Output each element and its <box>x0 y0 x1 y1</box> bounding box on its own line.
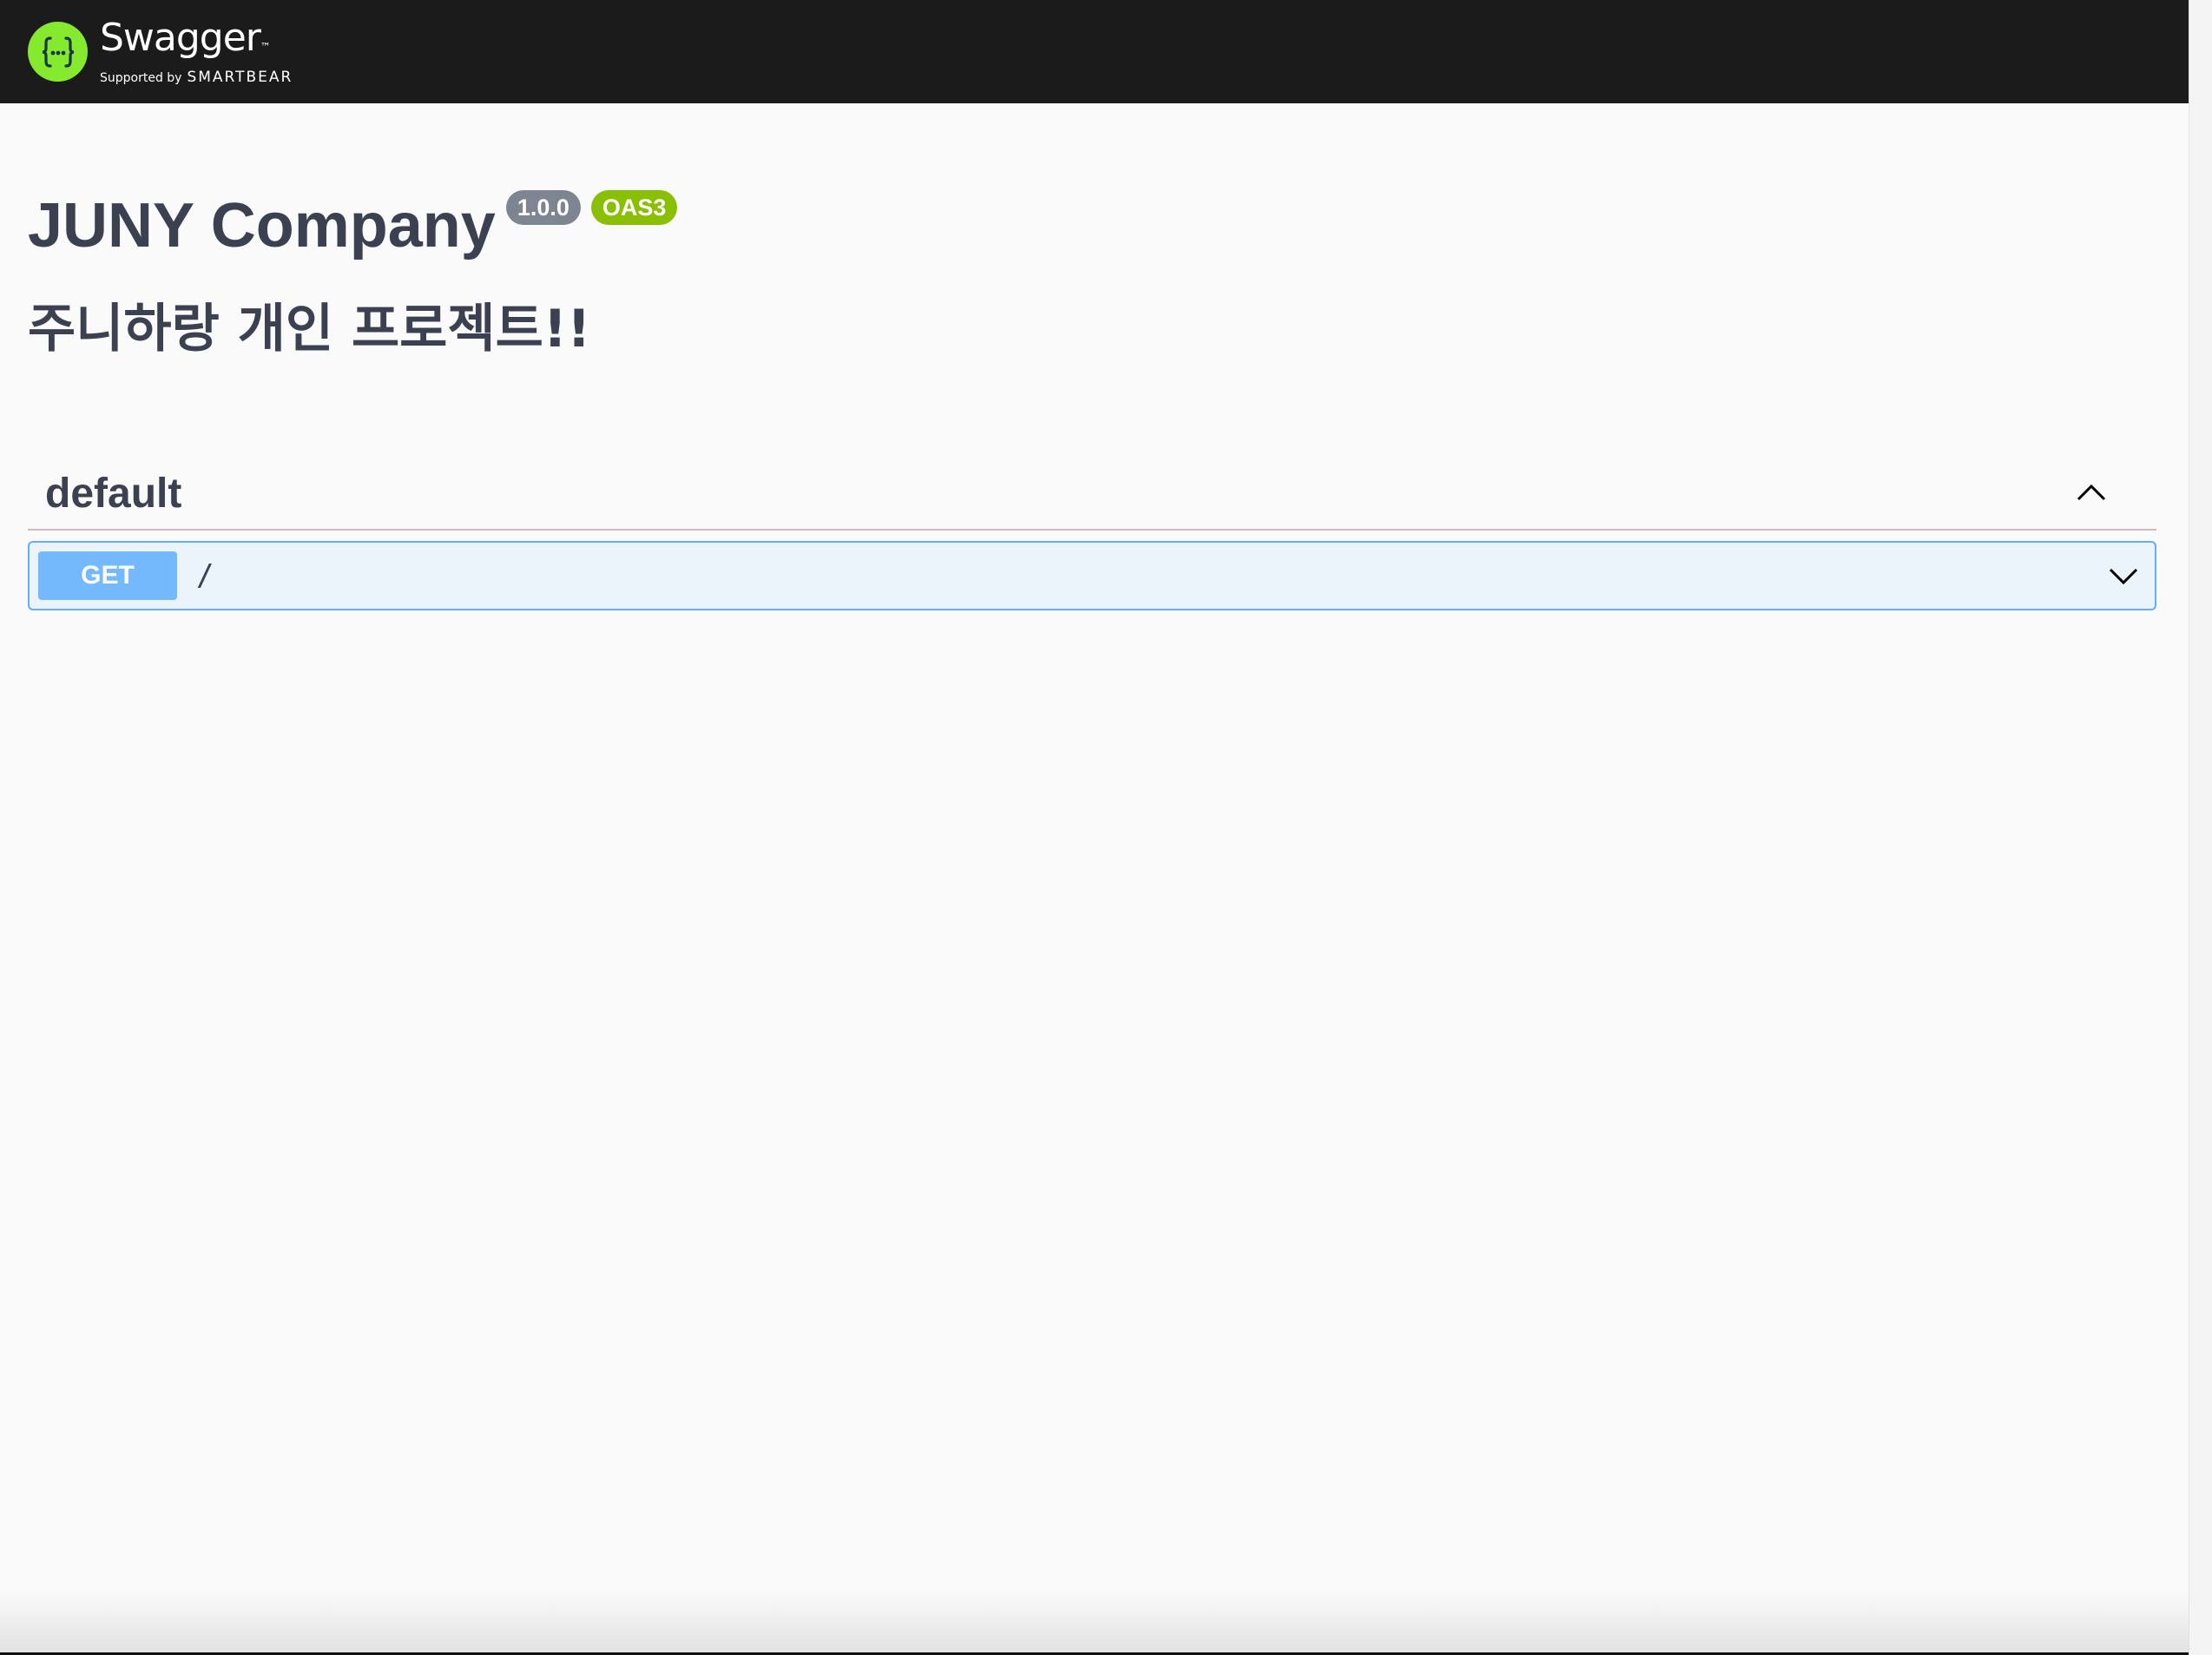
operation-path: / <box>196 558 214 593</box>
logo-word: Swagger™ <box>100 15 271 60</box>
operation-get-root[interactable]: GET / <box>28 541 2156 610</box>
chevron-down-icon[interactable] <box>2104 557 2143 595</box>
api-info: JUNY Company 1.0.0 OAS3 주니하랑 개인 프로젝트!! <box>0 190 2189 362</box>
api-description: 주니하랑 개인 프로젝트!! <box>28 299 591 359</box>
method-badge: GET <box>38 551 177 600</box>
tag-name: default <box>45 470 182 517</box>
logo-text: Swagger™ Supported by SMARTBEAR <box>100 15 293 86</box>
oas-badge: OAS3 <box>590 190 678 225</box>
title-row: JUNY Company 1.0.0 OAS3 <box>28 190 2161 261</box>
supported-by-text: Supported by <box>100 70 182 85</box>
topbar: Swagger™ Supported by SMARTBEAR <box>0 0 2189 103</box>
browser-window: Swagger™ Supported by SMARTBEAR JUNY Com… <box>0 0 2189 1652</box>
tag-header[interactable]: default <box>28 458 2156 531</box>
logo-subtitle: Supported by SMARTBEAR <box>100 69 293 86</box>
version-badge: 1.0.0 <box>505 190 581 225</box>
tag-section-default: default GET / <box>28 458 2156 610</box>
scrollbar-track[interactable] <box>2189 0 2212 1655</box>
swagger-logo[interactable]: Swagger™ Supported by SMARTBEAR <box>28 15 293 86</box>
swagger-logo-icon <box>28 22 88 82</box>
chevron-up-icon[interactable] <box>2070 471 2113 515</box>
api-title: JUNY Company <box>28 191 496 260</box>
bottom-shadow <box>0 1592 2189 1652</box>
trademark-sign: ™ <box>260 40 271 53</box>
smartbear-brand: SMARTBEAR <box>187 68 293 86</box>
